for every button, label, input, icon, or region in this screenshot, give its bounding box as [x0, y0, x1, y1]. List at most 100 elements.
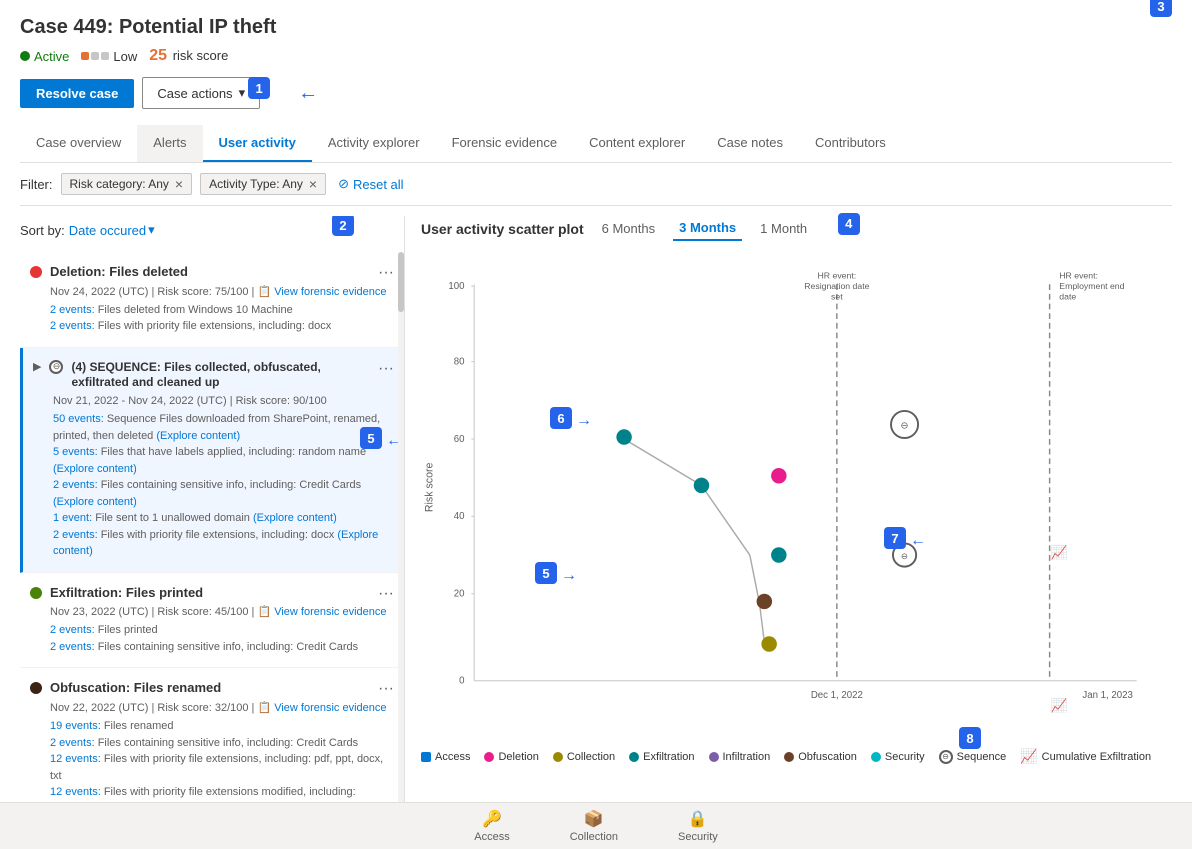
svg-text:Jan 1, 2023: Jan 1, 2023	[1082, 690, 1132, 701]
case-actions-button[interactable]: Case actions ▾	[142, 77, 260, 109]
tab-alerts[interactable]: Alerts	[137, 125, 202, 162]
item-title: Deletion: Files deleted	[50, 264, 394, 281]
event-line: 2 events: Files with priority file exten…	[50, 318, 394, 335]
status-label: Active	[34, 49, 69, 64]
case-meta: Active Low 25 risk score	[20, 47, 1172, 65]
legend-infiltration: Infiltration	[709, 751, 771, 763]
tab-case-overview[interactable]: Case overview	[20, 125, 137, 162]
deletion-dot	[30, 266, 42, 278]
activity-type-clear-icon[interactable]: ×	[309, 177, 317, 191]
bottom-nav-access[interactable]: 🔑 Access	[474, 809, 509, 843]
svg-text:40: 40	[454, 511, 465, 522]
scatter-point-exfiltration-3[interactable]	[771, 547, 786, 562]
tab-case-notes[interactable]: Case notes	[701, 125, 799, 162]
explore-content-link[interactable]: (Explore content)	[253, 512, 337, 524]
legend-sequence-label: Sequence	[957, 751, 1007, 763]
reset-all-button[interactable]: ⊘ Reset all	[338, 176, 403, 192]
risk-score: 25 risk score	[149, 47, 228, 65]
legend-security-icon	[871, 752, 881, 762]
event-line: 2 events: Files printed	[50, 622, 394, 639]
more-options-icon[interactable]: ···	[378, 585, 394, 603]
explore-content-link[interactable]: (Explore content)	[156, 430, 240, 442]
event-line: 5 events: Files that have labels applied…	[53, 444, 394, 477]
tab-user-activity[interactable]: User activity	[203, 125, 312, 162]
view-forensic-link[interactable]: 📋 View forensic evidence	[257, 702, 386, 714]
explore-content-link[interactable]: (Explore content)	[53, 496, 137, 508]
explore-content-link[interactable]: (Explore content)	[53, 529, 378, 558]
event-line: 12 events: Files with priority file exte…	[50, 784, 394, 801]
scatter-point-deletion-1[interactable]	[771, 468, 786, 483]
bottom-nav-access-label: Access	[474, 831, 509, 843]
svg-text:⊖: ⊖	[901, 420, 909, 431]
svg-text:60: 60	[454, 434, 465, 445]
more-options-icon[interactable]: ···	[378, 264, 394, 282]
tab-activity-explorer[interactable]: Activity explorer	[312, 125, 436, 162]
chevron-down-icon: ▾	[239, 85, 246, 101]
risk-category-clear-icon[interactable]: ×	[175, 177, 183, 191]
scatter-title: User activity scatter plot	[421, 221, 584, 237]
item-header: ▶ ⊖ (4) SEQUENCE: Files collected, obfus…	[33, 360, 394, 391]
list-item[interactable]: Obfuscation: Files renamed ··· Nov 22, 2…	[20, 668, 404, 813]
scatter-point-exfiltration-2[interactable]	[694, 478, 709, 493]
event-line: 2 events: Files containing sensitive inf…	[50, 639, 394, 656]
scrollbar-track[interactable]	[398, 252, 404, 814]
list-item[interactable]: Deletion: Files deleted ··· Nov 24, 2022…	[20, 252, 404, 348]
annotation-3: 3	[1150, 0, 1172, 17]
event-line: 19 events: Files renamed	[50, 718, 394, 735]
tab-contributors[interactable]: Contributors	[799, 125, 902, 162]
activity-type-chip[interactable]: Activity Type: Any ×	[200, 173, 326, 195]
bottom-nav: 🔑 Access 📦 Collection 🔒 Security	[0, 802, 1192, 849]
item-meta: Nov 24, 2022 (UTC) | Risk score: 75/100 …	[50, 285, 394, 298]
legend-exfiltration-icon	[629, 752, 639, 762]
more-options-icon[interactable]: ···	[378, 680, 394, 698]
event-line: 50 events: Sequence Files downloaded fro…	[53, 411, 394, 444]
view-forensic-link[interactable]: 📋 View forensic evidence	[257, 606, 386, 618]
scatter-point-obfuscation[interactable]	[757, 594, 772, 609]
legend-deletion: Deletion	[484, 751, 538, 763]
legend-cumulative-icon: 📈	[1020, 748, 1037, 765]
item-events: 19 events: Files renamed 2 events: Files…	[50, 718, 394, 801]
filter-bar: Filter: Risk category: Any × Activity Ty…	[20, 163, 1172, 206]
bottom-nav-collection[interactable]: 📦 Collection	[570, 809, 618, 843]
bottom-nav-security[interactable]: 🔒 Security	[678, 809, 718, 843]
item-events: 50 events: Sequence Files downloaded fro…	[53, 411, 394, 560]
tab-forensic-evidence[interactable]: Forensic evidence	[436, 125, 574, 162]
sort-bar: Sort by: Date occured ▾ 2	[20, 216, 404, 244]
annotation-1: 1	[248, 77, 270, 99]
explore-content-link[interactable]: (Explore content)	[53, 463, 137, 475]
scatter-point-exfiltration-1[interactable]	[616, 429, 631, 444]
legend-deletion-icon	[484, 752, 494, 762]
legend-sequence-icon: ⊖	[939, 750, 953, 764]
list-item[interactable]: Exfiltration: Files printed ··· Nov 23, …	[20, 573, 404, 669]
risk-category-chip[interactable]: Risk category: Any ×	[61, 173, 193, 195]
event-line: 2 events: Files with priority file exten…	[53, 527, 394, 560]
expand-icon[interactable]: ▶	[33, 360, 41, 373]
sort-date-link[interactable]: Date occured ▾	[69, 222, 155, 238]
tab-content-explorer[interactable]: Content explorer	[573, 125, 701, 162]
legend-obfuscation: Obfuscation	[784, 751, 857, 763]
legend-obfuscation-label: Obfuscation	[798, 751, 857, 763]
time-6-months-button[interactable]: 6 Months	[596, 217, 661, 240]
svg-text:80: 80	[454, 357, 465, 368]
cumulative-marker-2[interactable]: 📈	[1051, 697, 1068, 713]
scrollbar-thumb[interactable]	[398, 252, 404, 312]
legend-security: Security	[871, 751, 925, 763]
resolve-case-button[interactable]: Resolve case	[20, 79, 134, 108]
more-options-icon[interactable]: ···	[378, 360, 394, 378]
sev-dot-3	[101, 52, 109, 60]
main-content: Sort by: Date occured ▾ 2 Deletion: File…	[20, 216, 1172, 814]
list-item[interactable]: ▶ ⊖ (4) SEQUENCE: Files collected, obfus…	[20, 348, 404, 573]
view-forensic-link[interactable]: 📋 View forensic evidence	[257, 286, 386, 298]
svg-text:HR event:: HR event:	[1059, 270, 1098, 280]
event-line: 2 events: Files containing sensitive inf…	[50, 735, 394, 752]
sev-dot-1	[81, 52, 89, 60]
cumulative-marker-1[interactable]: 📈	[1051, 544, 1068, 560]
item-header: Obfuscation: Files renamed ···	[30, 680, 394, 697]
time-3-months-button[interactable]: 3 Months	[673, 216, 742, 241]
obfuscation-dot	[30, 682, 42, 694]
scatter-point-collection[interactable]	[761, 636, 776, 651]
legend-collection: Collection	[553, 751, 615, 763]
time-1-month-button[interactable]: 1 Month	[754, 217, 813, 240]
annotation-7: 7	[884, 527, 906, 549]
legend-access: Access	[421, 751, 470, 763]
